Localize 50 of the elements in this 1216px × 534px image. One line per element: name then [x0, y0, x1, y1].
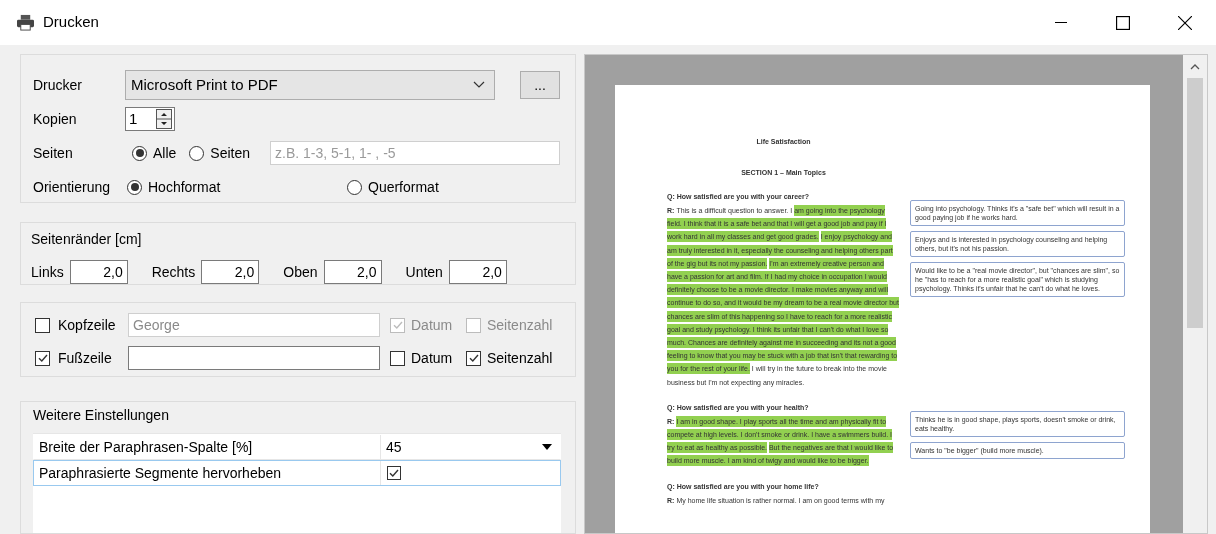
maximize-icon — [1116, 15, 1130, 30]
orientation-label: Orientierung — [33, 177, 112, 197]
spin-arrows-icon[interactable] — [156, 109, 172, 129]
pages-field[interactable]: z.B. 1-3, 5-1, 1- , -5 — [270, 141, 560, 165]
property-name: Paraphrasierte Segmente hervorheben — [34, 461, 381, 485]
radio-button[interactable] — [347, 179, 362, 195]
property-dropdown[interactable]: 45 — [381, 435, 560, 459]
printer-label: Drucker — [33, 75, 83, 95]
margin-field[interactable]: 2,0 — [448, 260, 507, 284]
group-title: Weitere Einstellungen — [33, 406, 170, 425]
checkbox-label[interactable]: Seitenzahl — [487, 347, 553, 369]
printer-dropdown[interactable]: Microsoft Print to PDF — [125, 70, 495, 100]
checkbox[interactable] — [35, 350, 50, 366]
chevron-down-icon — [473, 81, 485, 89]
radio-label[interactable]: Querformat — [368, 176, 439, 198]
checkbox[interactable] — [466, 350, 481, 366]
text-field[interactable] — [128, 346, 380, 371]
radio-label[interactable]: Alle — [153, 142, 177, 164]
radio-button[interactable] — [127, 179, 142, 195]
margin-field[interactable]: 2,0 — [69, 260, 128, 284]
radio-button[interactable] — [132, 145, 147, 161]
margin-label: Links — [31, 262, 64, 282]
property-row[interactable]: Paraphrasierte Segmente hervorheben — [33, 460, 561, 486]
more-button[interactable]: ... — [520, 71, 560, 99]
caret-icon — [542, 444, 552, 450]
property-row[interactable]: Breite der Paraphrasen-Spalte [%] 45 — [33, 434, 561, 460]
property-name: Breite der Paraphrasen-Spalte [%] — [34, 435, 381, 459]
margin-label: Unten — [405, 262, 443, 282]
radio-button[interactable] — [189, 145, 205, 161]
radio-label[interactable]: Hochformat — [148, 176, 221, 198]
printer-icon — [16, 14, 35, 31]
minimize-icon — [1054, 22, 1068, 23]
margin-label: Oben — [283, 262, 318, 282]
checkbox-label[interactable]: Datum — [411, 347, 453, 369]
close-icon — [1178, 15, 1192, 30]
checkbox[interactable] — [387, 466, 401, 480]
margin-field[interactable]: 2,0 — [201, 260, 260, 284]
scroll-up-icon[interactable] — [1190, 64, 1200, 70]
group-title: Seitenränder [cm] — [31, 230, 143, 249]
window-title: Drucken — [43, 12, 99, 33]
margin-label: Rechts — [151, 262, 196, 282]
vertical-scrollbar[interactable] — [1183, 55, 1207, 533]
margin-field[interactable]: 2,0 — [323, 260, 382, 284]
radio-label[interactable]: Seiten — [210, 142, 251, 164]
pages-label: Seiten — [33, 143, 74, 163]
copies-spinner[interactable]: 1 — [125, 107, 175, 131]
checkbox[interactable] — [390, 350, 405, 366]
checkbox-label[interactable]: Fußzeile — [58, 347, 112, 369]
scrollbar-thumb[interactable] — [1187, 78, 1203, 328]
copies-label: Kopien — [33, 109, 78, 129]
